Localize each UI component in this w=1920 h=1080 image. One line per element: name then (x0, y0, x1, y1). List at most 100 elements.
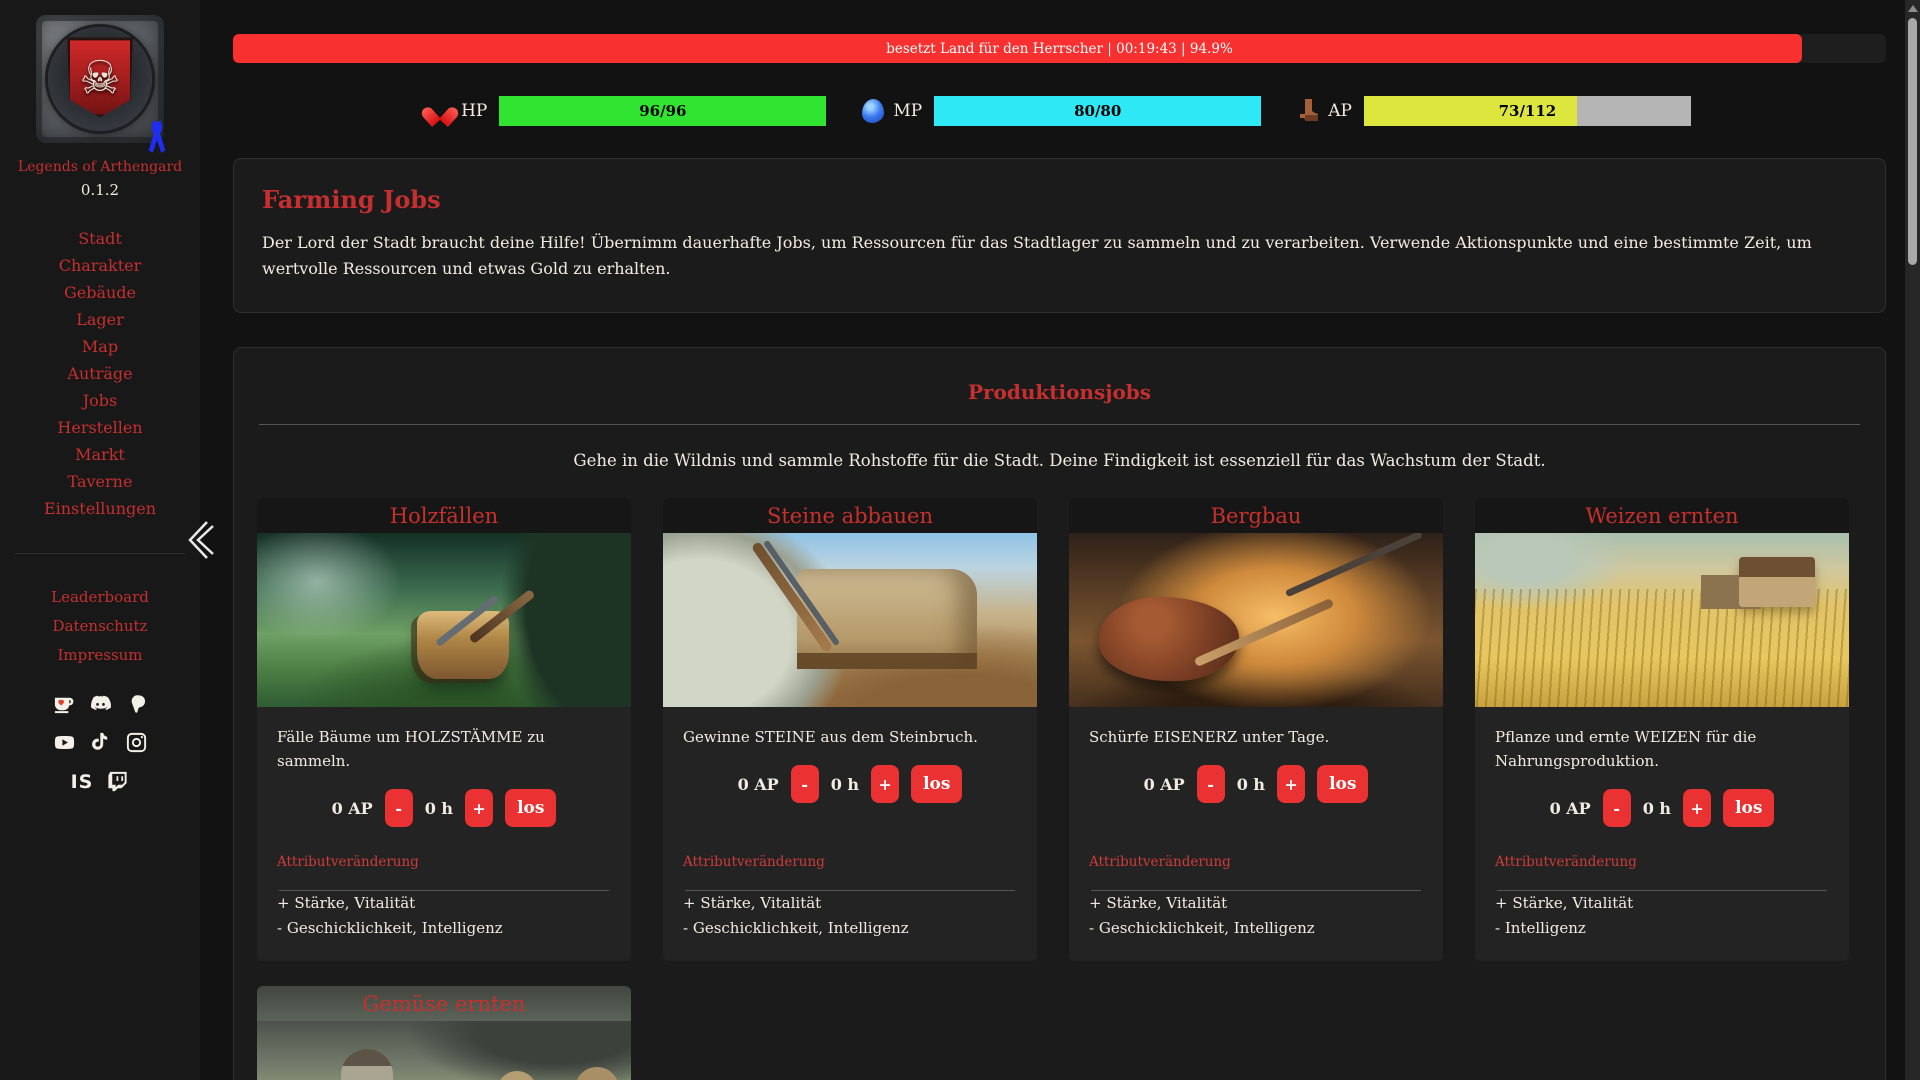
sidebar-item-leaderboard[interactable]: Leaderboard (51, 588, 149, 606)
kofi-link[interactable] (53, 692, 76, 715)
patreon-link[interactable] (125, 692, 148, 715)
job-image-forest (257, 533, 631, 707)
section-title: Produktionsjobs (257, 380, 1862, 404)
hp-group: HP 96/96 (428, 96, 826, 126)
increase-button[interactable]: + (871, 765, 899, 803)
ap-cost: 0 AP (1144, 775, 1185, 794)
job-title: Bergbau (1069, 498, 1443, 533)
attribute-plus: + Stärke, Vitalität (683, 891, 1017, 916)
sidebar-item-jobs[interactable]: Jobs (83, 393, 118, 409)
ap-bar: 73/112 (1364, 96, 1691, 126)
twitch-link[interactable] (106, 770, 129, 793)
job-controls: 0 AP - 0 h + los (1089, 765, 1423, 803)
game-logo: ☠ (36, 15, 164, 143)
job-card-steine-abbauen: Steine abbauen Gewinne STEINE aus dem St… (663, 498, 1037, 961)
youtube-link[interactable] (53, 731, 76, 754)
job-controls: 0 AP - 0 h + los (277, 789, 611, 827)
decrease-button[interactable]: - (1603, 789, 1631, 827)
blue-ribbon-icon (144, 119, 170, 161)
job-description: Gewinne STEINE aus dem Steinbruch. (683, 725, 1017, 749)
social-links: IS (53, 692, 148, 793)
hours-value: 0 h (425, 799, 453, 818)
job-controls: 0 AP - 0 h + los (1495, 789, 1829, 827)
boot-icon (1297, 98, 1319, 124)
hours-value: 0 h (1237, 775, 1265, 794)
mp-value: 80/80 (934, 96, 1261, 126)
start-job-button[interactable]: los (911, 765, 962, 803)
job-description: Pflanze und ernte WEIZEN für die Nahrung… (1495, 725, 1829, 773)
job-card-holzfaellen: Holzfällen Fälle Bäume um HOLZSTÄMME zu … (257, 498, 631, 961)
job-title: Steine abbauen (663, 498, 1037, 533)
job-image-wheat (1475, 533, 1849, 707)
job-title: Holzfällen (257, 498, 631, 533)
attribute-plus: + Stärke, Vitalität (1089, 891, 1423, 916)
footer-links: Leaderboard Datenschutz Impressum (51, 588, 149, 664)
ap-group: AP 73/112 (1297, 96, 1691, 126)
increase-button[interactable]: + (1277, 765, 1305, 803)
attribute-heading: Attributveränderung (683, 854, 1017, 870)
is-logo: IS (71, 771, 94, 793)
sidebar-item-lager[interactable]: Lager (76, 312, 124, 328)
decrease-button[interactable]: - (1197, 765, 1225, 803)
mana-drop-icon (862, 99, 884, 123)
hp-bar: 96/96 (499, 96, 826, 126)
app-title: Legends of Arthengard (18, 159, 182, 175)
section-divider (259, 424, 1860, 425)
sidebar-collapse-button[interactable] (183, 517, 217, 563)
event-banner-text: besetzt Land für den Herrscher | 00:19:4… (233, 34, 1886, 63)
sidebar-item-herstellen[interactable]: Herstellen (57, 420, 142, 436)
sidebar-item-datenschutz[interactable]: Datenschutz (53, 617, 148, 635)
scrollbar-thumb[interactable] (1908, 18, 1917, 265)
patreon-icon (125, 692, 148, 715)
event-progress-bar: besetzt Land für den Herrscher | 00:19:4… (233, 34, 1886, 63)
ap-cost: 0 AP (738, 775, 779, 794)
page-scrollbar[interactable] (1905, 0, 1920, 1080)
hp-label: HP (461, 101, 487, 121)
job-controls: 0 AP - 0 h + los (683, 765, 1017, 803)
job-image-village (257, 1021, 631, 1080)
job-description: Schürfe EISENERZ unter Tage. (1089, 725, 1423, 749)
ap-label: AP (1328, 101, 1352, 121)
decrease-button[interactable]: - (791, 765, 819, 803)
start-job-button[interactable]: los (1317, 765, 1368, 803)
sidebar-item-charakter[interactable]: Charakter (59, 258, 142, 274)
tiktok-link[interactable] (89, 731, 112, 754)
discord-link[interactable] (89, 692, 112, 715)
instagram-link[interactable] (125, 731, 148, 754)
job-card-gemuese-ernten: Gemüse ernten (257, 986, 631, 1080)
status-bars: HP 96/96 MP 80/80 AP 73/112 (233, 96, 1886, 126)
mp-bar: 80/80 (934, 96, 1261, 126)
hp-value: 96/96 (499, 96, 826, 126)
sidebar-item-impressum[interactable]: Impressum (57, 646, 142, 664)
illusory-space-link[interactable]: IS (71, 771, 94, 793)
chevron-left-icon (183, 517, 217, 563)
increase-button[interactable]: + (1683, 789, 1711, 827)
sidebar-item-einstellungen[interactable]: Einstellungen (44, 501, 156, 517)
scrollbar-up-arrow-icon[interactable] (1908, 5, 1918, 12)
job-title: Gemüse ernten (257, 986, 631, 1021)
job-card-weizen-ernten: Weizen ernten Pflanze und ernte WEIZEN f… (1475, 498, 1849, 961)
twitch-icon (106, 770, 129, 793)
tiktok-icon (89, 731, 112, 754)
job-cards: Holzfällen Fälle Bäume um HOLZSTÄMME zu … (257, 498, 1862, 1080)
sidebar-item-markt[interactable]: Markt (75, 447, 125, 463)
app-version: 0.1.2 (81, 181, 119, 199)
sidebar-item-autraege[interactable]: Auträge (67, 366, 132, 382)
attribute-minus: - Intelligenz (1495, 916, 1829, 941)
sidebar-item-stadt[interactable]: Stadt (78, 231, 122, 247)
job-image-quarry (663, 533, 1037, 707)
attribute-heading: Attributveränderung (1089, 854, 1423, 870)
sidebar-item-gebaeude[interactable]: Gebäude (64, 285, 136, 301)
attribute-plus: + Stärke, Vitalität (1495, 891, 1829, 916)
kofi-icon (53, 692, 76, 715)
decrease-button[interactable]: - (385, 789, 413, 827)
heart-icon (428, 100, 452, 122)
main-content: besetzt Land für den Herrscher | 00:19:4… (200, 0, 1920, 1080)
sidebar-item-taverne[interactable]: Taverne (68, 474, 133, 490)
sidebar-item-map[interactable]: Map (82, 339, 118, 355)
youtube-icon (53, 731, 76, 754)
instagram-icon (125, 731, 148, 754)
start-job-button[interactable]: los (1723, 789, 1774, 827)
increase-button[interactable]: + (465, 789, 493, 827)
start-job-button[interactable]: los (505, 789, 556, 827)
